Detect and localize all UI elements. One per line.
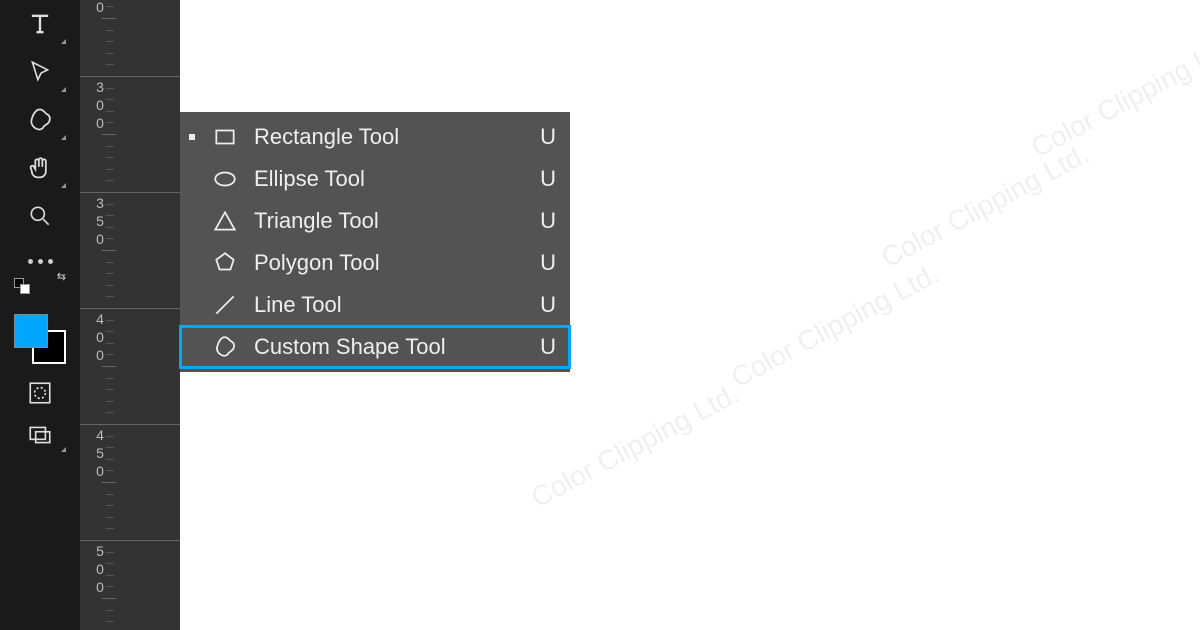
flyout-item-shortcut: U xyxy=(536,124,556,150)
tools-panel: ⇆ xyxy=(0,0,80,630)
ruler-major-tick: 500 xyxy=(80,540,180,541)
active-indicator xyxy=(188,133,196,141)
type-icon xyxy=(26,10,54,38)
flyout-item-custom-shape[interactable]: Custom Shape Tool U xyxy=(180,326,570,368)
flyout-item-ellipse[interactable]: Ellipse Tool U xyxy=(180,158,570,200)
flyout-item-shortcut: U xyxy=(536,208,556,234)
watermark: Color Clipping Ltd. xyxy=(1026,28,1200,164)
blob-shape-icon xyxy=(26,106,54,134)
flyout-item-label: Ellipse Tool xyxy=(254,166,522,192)
type-tool[interactable] xyxy=(10,0,70,48)
path-selection-tool[interactable] xyxy=(10,48,70,96)
line-icon xyxy=(210,290,240,320)
watermark: Color Clipping Ltd. xyxy=(526,378,744,514)
active-indicator xyxy=(188,217,196,225)
flyout-item-label: Line Tool xyxy=(254,292,522,318)
triangle-icon xyxy=(210,206,240,236)
ruler-major-tick: 450 xyxy=(80,424,180,425)
active-indicator xyxy=(188,175,196,183)
ellipse-icon xyxy=(210,164,240,194)
ruler-major-tick: 300 xyxy=(80,76,180,77)
shape-tool-flyout: Rectangle ToolUEllipse ToolUTriangle Too… xyxy=(180,112,570,372)
flyout-item-triangle[interactable]: Triangle Tool U xyxy=(180,200,570,242)
custom-shape-icon xyxy=(210,332,240,362)
flyout-item-label: Polygon Tool xyxy=(254,250,522,276)
ruler-major-tick: 400 xyxy=(80,308,180,309)
screen-mode-icon xyxy=(27,422,53,448)
screen-mode-button[interactable] xyxy=(10,414,70,456)
quick-mask-button[interactable] xyxy=(10,372,70,414)
hand-icon xyxy=(26,154,54,182)
cursor-icon xyxy=(27,59,53,85)
magnifier-icon xyxy=(27,203,53,229)
flyout-item-label: Custom Shape Tool xyxy=(254,334,522,360)
ruler-major-tick: 350 xyxy=(80,192,180,193)
flyout-item-rectangle[interactable]: Rectangle Tool U xyxy=(180,116,570,158)
flyout-item-shortcut: U xyxy=(536,334,556,360)
active-indicator xyxy=(188,343,196,351)
flyout-item-label: Triangle Tool xyxy=(254,208,522,234)
flyout-item-shortcut: U xyxy=(536,250,556,276)
flyout-item-shortcut: U xyxy=(536,292,556,318)
active-indicator xyxy=(188,301,196,309)
active-indicator xyxy=(188,259,196,267)
hand-tool[interactable] xyxy=(10,144,70,192)
foreground-color-swatch[interactable] xyxy=(14,314,48,348)
color-swatches xyxy=(14,306,66,358)
custom-shape-tool[interactable] xyxy=(10,96,70,144)
zoom-tool[interactable] xyxy=(10,192,70,240)
flyout-item-label: Rectangle Tool xyxy=(254,124,522,150)
swap-colors-icon[interactable]: ⇆ xyxy=(57,270,66,283)
rectangle-icon xyxy=(210,122,240,152)
watermark: Color Clipping Ltd. xyxy=(876,138,1094,274)
ruler-label: 250 xyxy=(92,0,108,17)
watermark: Color Clipping Ltd. xyxy=(726,258,944,394)
flyout-item-shortcut: U xyxy=(536,166,556,192)
flyout-item-line[interactable]: Line Tool U xyxy=(180,284,570,326)
vertical-ruler: 250 300 350 400 450 500 xyxy=(80,0,180,630)
polygon-icon xyxy=(210,248,240,278)
quick-mask-icon xyxy=(27,380,53,406)
flyout-item-polygon[interactable]: Polygon Tool U xyxy=(180,242,570,284)
